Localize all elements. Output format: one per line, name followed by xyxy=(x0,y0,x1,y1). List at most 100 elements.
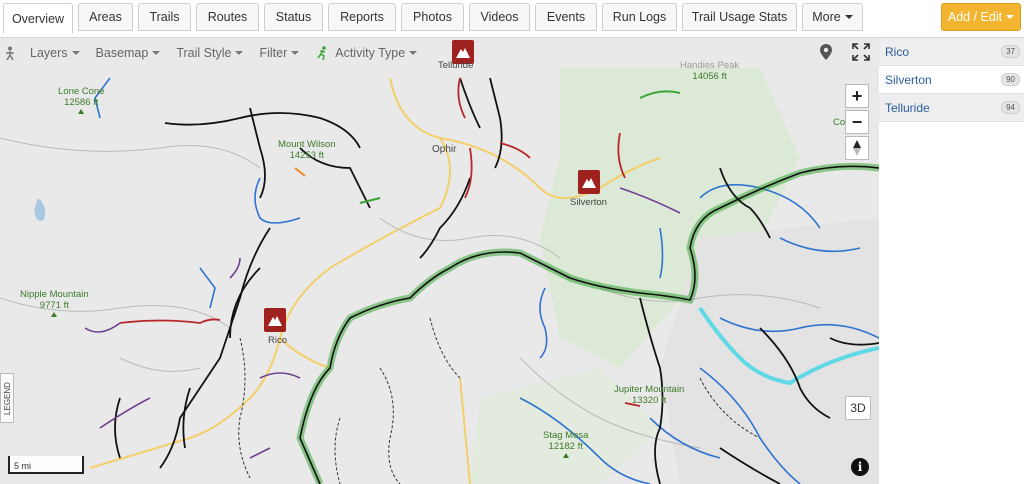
trail-count-badge: 37 xyxy=(1001,45,1020,58)
area-item-telluride[interactable]: Telluride 94 xyxy=(879,94,1024,122)
tab-label: Videos xyxy=(480,10,519,24)
peak-label-stag-mesa: Stag Mesa 12182 ft xyxy=(543,430,588,458)
tab-videos[interactable]: Videos xyxy=(469,3,530,31)
tab-trail-usage-stats[interactable]: Trail Usage Stats xyxy=(682,3,797,31)
tab-photos[interactable]: Photos xyxy=(401,3,464,31)
filter-label: Filter xyxy=(259,46,288,60)
peak-label-lone-cone: Lone Cone 12586 ft xyxy=(58,86,104,114)
zoom-out-button[interactable]: − xyxy=(845,110,869,134)
chevron-down-icon xyxy=(71,51,80,55)
tab-areas[interactable]: Areas xyxy=(78,3,133,31)
zoom-in-label: + xyxy=(851,85,863,106)
basemap-dropdown[interactable]: Basemap xyxy=(96,46,161,60)
legend-tab[interactable]: LEGEND xyxy=(0,373,14,423)
info-icon[interactable]: i xyxy=(851,458,869,476)
layers-label: Layers xyxy=(30,46,68,60)
area-name: Silverton xyxy=(885,72,932,87)
chevron-down-icon xyxy=(409,51,418,55)
chevron-down-icon xyxy=(844,15,853,19)
town-label-telluride: Telluride xyxy=(438,60,474,71)
peak-label-mount-wilson: Mount Wilson 14253 ft xyxy=(278,139,336,161)
peak-name: Handies Peak xyxy=(680,60,740,71)
chevron-down-icon xyxy=(235,51,244,55)
town-pin-silverton[interactable] xyxy=(578,170,600,194)
tab-label: Trail Usage Stats xyxy=(691,10,788,24)
tab-overview[interactable]: Overview xyxy=(3,3,73,34)
peak-name: Lone Cone xyxy=(58,86,105,97)
peak-label-jupiter-mountain: Jupiter Mountain 13320 ft xyxy=(614,384,684,406)
compass-button[interactable] xyxy=(845,136,869,160)
peak-icon xyxy=(78,109,85,114)
tab-label: Areas xyxy=(89,10,122,24)
area-name: Telluride xyxy=(885,100,930,115)
town-label-rico: Rico xyxy=(268,335,288,346)
tab-label: Run Logs xyxy=(612,10,667,24)
compass-icon xyxy=(853,140,861,156)
tab-trails[interactable]: Trails xyxy=(138,3,191,31)
zoom-out-label: − xyxy=(851,111,863,132)
zoom-in-button[interactable]: + xyxy=(845,84,869,108)
location-pin-icon[interactable] xyxy=(820,44,832,60)
scale-label: 5 mi xyxy=(14,461,32,471)
map-canvas xyxy=(0,38,879,484)
filter-dropdown[interactable]: Filter xyxy=(259,46,300,60)
map-toolbar: Layers Basemap Trail Style Filter Activi… xyxy=(0,38,433,68)
tab-label: Trails xyxy=(149,10,180,24)
fullscreen-icon[interactable] xyxy=(852,43,870,61)
peak-name: Stag Mesa xyxy=(543,430,589,441)
activity-type-dropdown[interactable]: Activity Type xyxy=(315,46,418,60)
peak-name: Jupiter Mountain xyxy=(614,384,685,395)
chevron-down-icon xyxy=(152,51,161,55)
mountain-icon xyxy=(268,316,282,326)
legend-label: LEGEND xyxy=(2,381,12,415)
tab-routes[interactable]: Routes xyxy=(196,3,259,31)
tab-bar: Overview Areas Trails Routes Status Repo… xyxy=(0,0,1024,38)
tab-run-logs[interactable]: Run Logs xyxy=(602,3,677,31)
basemap-label: Basemap xyxy=(95,46,149,60)
layers-dropdown[interactable]: Layers xyxy=(4,46,80,60)
peak-label-handies-peak: Handies Peak 14056 ft xyxy=(680,60,739,82)
trail-count-badge: 90 xyxy=(1001,73,1020,86)
area-name: Rico xyxy=(885,44,910,59)
trail-style-label: Trail Style xyxy=(176,46,232,60)
peak-elevation: 14056 ft xyxy=(692,71,727,82)
tab-label: Photos xyxy=(413,10,452,24)
peak-icon xyxy=(562,453,569,458)
tab-label: More xyxy=(812,10,841,24)
peak-elevation: 9771 ft xyxy=(39,300,69,311)
tab-label: Routes xyxy=(207,10,248,24)
add-edit-label: Add / Edit xyxy=(947,10,1003,24)
place-label-ophir: Ophir xyxy=(432,144,457,155)
activity-type-label: Activity Type xyxy=(335,46,406,60)
peak-icon xyxy=(51,312,58,317)
peak-elevation: 12586 ft xyxy=(64,97,99,108)
area-item-silverton[interactable]: Silverton 90 xyxy=(879,66,1024,94)
tab-label: Status xyxy=(275,10,312,24)
scale-bar: 5 mi xyxy=(8,456,84,474)
chevron-down-icon xyxy=(1006,15,1015,19)
tab-label: Reports xyxy=(340,10,384,24)
add-edit-button[interactable]: Add / Edit xyxy=(941,3,1021,31)
3d-label: 3D xyxy=(850,401,866,415)
tab-label: Overview xyxy=(11,11,65,26)
tab-status[interactable]: Status xyxy=(264,3,323,31)
edge-label: Co xyxy=(833,117,846,128)
trail-style-dropdown[interactable]: Trail Style xyxy=(176,46,244,60)
areas-sidebar: Rico 37 Silverton 90 Telluride 94 xyxy=(879,38,1024,484)
tab-events[interactable]: Events xyxy=(535,3,597,31)
runner-icon xyxy=(317,46,327,60)
area-item-rico[interactable]: Rico 37 xyxy=(879,38,1024,66)
mountain-icon xyxy=(456,48,470,58)
3d-button[interactable]: 3D xyxy=(845,396,871,420)
peak-label-nipple-mountain: Nipple Mountain 9771 ft xyxy=(20,289,89,317)
tab-label: Events xyxy=(546,10,586,24)
peak-name: Nipple Mountain xyxy=(20,289,89,300)
peak-elevation: 13320 ft xyxy=(631,395,667,406)
town-label-silverton: Silverton xyxy=(570,197,607,208)
chevron-down-icon xyxy=(291,51,300,55)
info-label: i xyxy=(857,460,863,474)
tab-reports[interactable]: Reports xyxy=(328,3,396,31)
tab-more[interactable]: More xyxy=(802,3,863,31)
town-pin-rico[interactable] xyxy=(264,308,286,332)
trail-map[interactable]: Layers Basemap Trail Style Filter Activi… xyxy=(0,38,879,484)
